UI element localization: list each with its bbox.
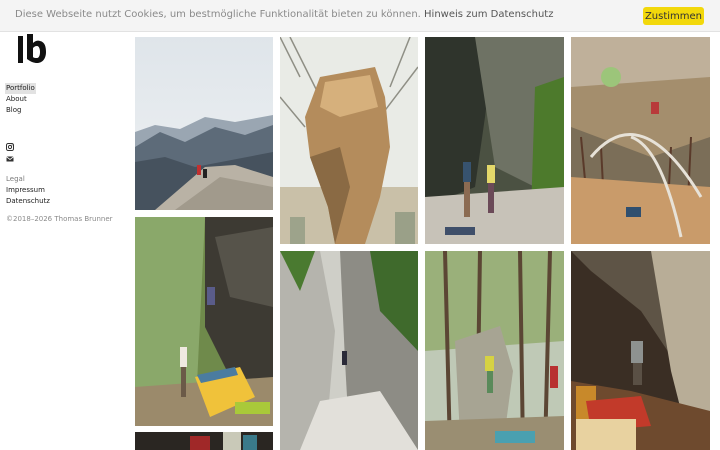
nav-blog[interactable]: Blog [6,105,36,116]
email-icon[interactable] [6,155,14,163]
photo-mountain-summit-climbers[interactable] [135,37,273,210]
site-logo[interactable] [16,30,48,64]
nav-about[interactable]: About [6,94,36,105]
photo-balanced-boulder-tower[interactable] [280,37,418,244]
photo-forest-boulder-with-crashpads[interactable] [135,217,273,426]
photo-two-climbers-at-rock-wall[interactable] [425,37,564,244]
cookie-message: Diese Webseite nutzt Cookies, um bestmög… [15,9,421,20]
photo-climber-in-gorge[interactable] [280,251,418,450]
cookie-consent-bar: Diese Webseite nutzt Cookies, um bestmög… [0,0,720,32]
main-navigation: Portfolio About Blog [5,75,36,116]
photo-climber-partial-bottom[interactable] [135,432,273,450]
photo-climber-under-roof[interactable] [571,251,710,450]
cookie-consent-text: Diese Webseite nutzt Cookies, um bestmög… [15,9,553,20]
copyright-text: ©2018–2026 Thomas Brunner [6,215,113,223]
photo-climber-on-boulder-in-forest[interactable] [425,251,564,450]
accept-cookies-button[interactable]: Zustimmen [643,7,704,25]
impressum-link[interactable]: Impressum [6,185,50,196]
privacy-notice-link[interactable]: Hinweis zum Datenschutz [424,9,553,20]
photo-climber-on-overhang-autumn[interactable] [571,37,710,244]
datenschutz-link[interactable]: Datenschutz [6,196,50,207]
legal-heading: Legal [6,175,25,183]
instagram-icon[interactable] [6,143,14,151]
nav-portfolio[interactable]: Portfolio [5,83,36,94]
legal-section: Legal Impressum Datenschutz [6,174,50,207]
social-links [6,143,14,167]
